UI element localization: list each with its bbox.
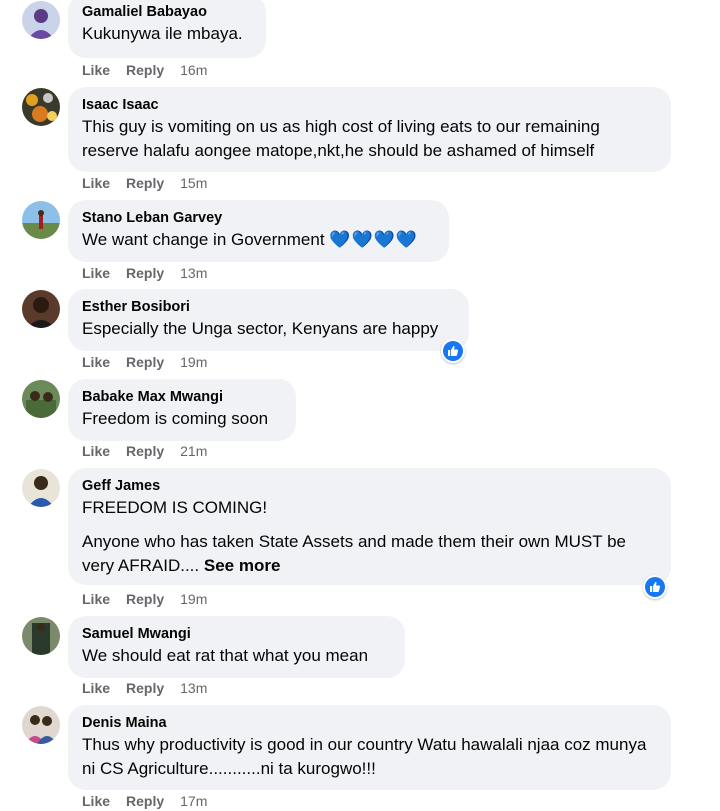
comment-text: Anyone who has taken State Assets and ma…: [82, 530, 657, 578]
like-reaction-icon: [645, 577, 665, 597]
comment-actions: Like Reply 16m: [82, 60, 223, 80]
like-reaction-icon: [443, 341, 463, 361]
comment-text: Freedom is coming soon: [82, 409, 269, 428]
like-button[interactable]: Like: [82, 589, 110, 609]
comment-author[interactable]: Samuel Mwangi: [82, 624, 391, 644]
comment-bubble: Babake Max Mwangi Freedom is coming soon: [68, 379, 296, 441]
comment-bubble: Isaac Isaac This guy is vomiting on us a…: [68, 87, 671, 172]
comment-author[interactable]: Denis Maina: [82, 713, 657, 733]
avatar[interactable]: [22, 469, 60, 507]
reply-button[interactable]: Reply: [126, 60, 164, 80]
comment-bubble: Geff James FREEDOM IS COMING! Anyone who…: [68, 468, 671, 585]
comment-bubble: Samuel Mwangi We should eat rat that wha…: [68, 616, 405, 678]
reply-button[interactable]: Reply: [126, 441, 164, 461]
comment-author[interactable]: Esther Bosibori: [82, 297, 455, 317]
comment-author[interactable]: Gamaliel Babayao: [82, 2, 252, 22]
see-more-link[interactable]: See more: [204, 556, 281, 575]
avatar[interactable]: [22, 380, 60, 418]
comment-text: Especially the Unga sector, Kenyans are …: [82, 319, 439, 338]
comment-actions: Like Reply 13m: [82, 678, 223, 698]
comment-text: We want change in Government 💙💙💙💙: [82, 228, 435, 252]
comment-actions: Like Reply 21m: [82, 441, 223, 461]
comment-text: Kukunywa ile mbaya.: [82, 24, 243, 43]
comment-text-content: Anyone who has taken State Assets and ma…: [82, 532, 626, 575]
reply-button[interactable]: Reply: [126, 263, 164, 283]
blue-heart-emoji: 💙💙💙💙: [329, 230, 418, 249]
like-button[interactable]: Like: [82, 791, 110, 811]
avatar[interactable]: [22, 706, 60, 744]
comment-timestamp[interactable]: 19m: [180, 352, 207, 372]
comment-timestamp[interactable]: 17m: [180, 791, 207, 811]
avatar[interactable]: [22, 290, 60, 328]
reply-button[interactable]: Reply: [126, 589, 164, 609]
like-button[interactable]: Like: [82, 173, 110, 193]
comment-text: Thus why productivity is good in our cou…: [82, 735, 647, 778]
comment-actions: Like Reply 17m: [82, 791, 223, 811]
comment-actions: Like Reply 13m: [82, 263, 223, 283]
comment-actions: Like Reply 19m: [82, 352, 223, 372]
comment-text-content: We want change in Government: [82, 230, 325, 249]
like-button[interactable]: Like: [82, 678, 110, 698]
comment-actions: Like Reply 15m: [82, 173, 223, 193]
avatar[interactable]: [22, 201, 60, 239]
avatar[interactable]: [22, 88, 60, 126]
avatar[interactable]: [22, 1, 60, 39]
comment-timestamp[interactable]: 13m: [180, 678, 207, 698]
comment-actions: Like Reply 19m: [82, 589, 223, 609]
reply-button[interactable]: Reply: [126, 352, 164, 372]
like-button[interactable]: Like: [82, 441, 110, 461]
avatar[interactable]: [22, 617, 60, 655]
reply-button[interactable]: Reply: [126, 791, 164, 811]
comment-author[interactable]: Isaac Isaac: [82, 95, 657, 115]
comment-bubble: Stano Leban Garvey We want change in Gov…: [68, 200, 449, 262]
comment-text: We should eat rat that what you mean: [82, 646, 369, 665]
like-button[interactable]: Like: [82, 352, 110, 372]
like-button[interactable]: Like: [82, 60, 110, 80]
comment-author[interactable]: Babake Max Mwangi: [82, 387, 282, 407]
comment-timestamp[interactable]: 19m: [180, 589, 207, 609]
comment-author[interactable]: Stano Leban Garvey: [82, 208, 435, 228]
comment-timestamp[interactable]: 13m: [180, 263, 207, 283]
comment-bubble: Gamaliel Babayao Kukunywa ile mbaya.: [68, 0, 266, 58]
comment-timestamp[interactable]: 21m: [180, 441, 207, 461]
comment-bubble: Denis Maina Thus why productivity is goo…: [68, 705, 671, 790]
like-button[interactable]: Like: [82, 263, 110, 283]
like-reaction-badge[interactable]: [643, 575, 667, 599]
reply-button[interactable]: Reply: [126, 678, 164, 698]
comment-author[interactable]: Geff James: [82, 476, 657, 496]
like-reaction-badge[interactable]: [441, 339, 465, 363]
comment-bubble: Esther Bosibori Especially the Unga sect…: [68, 289, 469, 351]
comment-text: This guy is vomiting on us as high cost …: [82, 117, 600, 160]
comment-text: FREEDOM IS COMING!: [82, 498, 268, 517]
reply-button[interactable]: Reply: [126, 173, 164, 193]
comment-timestamp[interactable]: 15m: [180, 173, 207, 193]
comment-timestamp[interactable]: 16m: [180, 60, 207, 80]
